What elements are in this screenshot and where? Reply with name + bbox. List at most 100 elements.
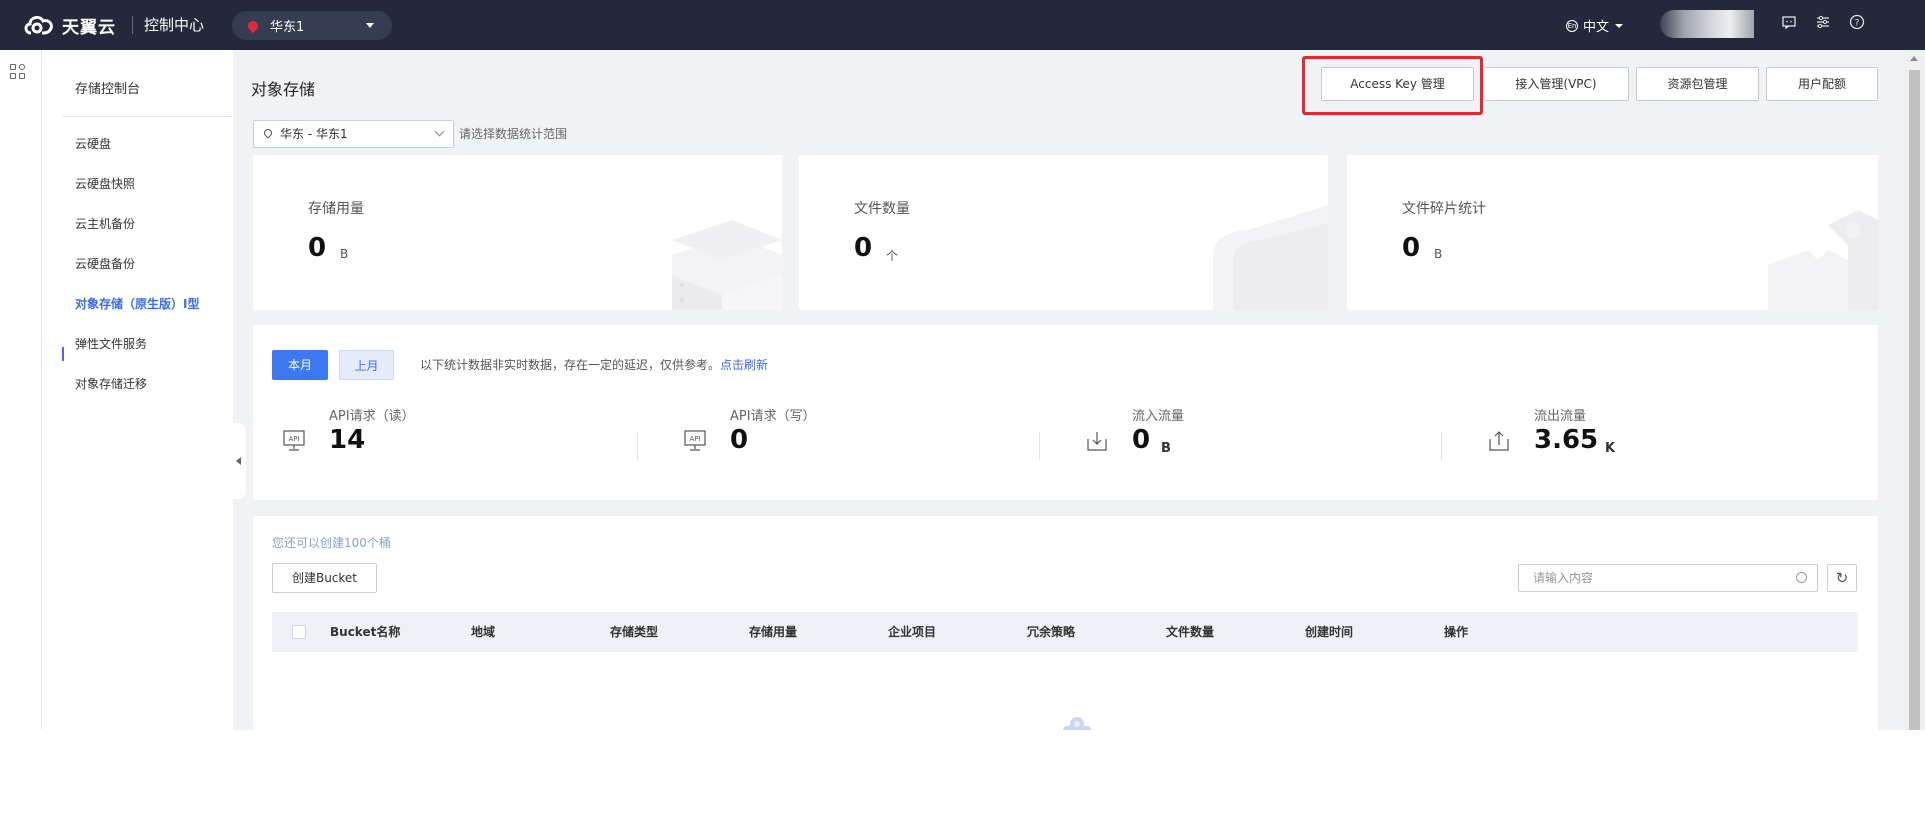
stat-unit: B	[1161, 441, 1171, 456]
bucket-quota-hint: 您还可以创建100个桶	[272, 536, 391, 550]
blank-area	[0, 730, 1904, 826]
console-link[interactable]: 控制中心	[144, 14, 204, 35]
region-label: 华东1	[270, 20, 305, 35]
usage-stats-panel: 本月 上月 以下统计数据非实时数据，存在一定的延迟，仅供参考。点击刷新 API …	[253, 325, 1878, 500]
stat-label: 流出流量	[1534, 409, 1587, 424]
user-quota-button[interactable]: 用户配额	[1766, 67, 1878, 101]
stat-inbound-traffic: 流入流量 0 B	[1056, 405, 1446, 465]
scrollbar-thumb[interactable]	[1909, 70, 1920, 730]
user-account[interactable]	[1660, 10, 1754, 38]
stat-value: 0	[1132, 425, 1151, 455]
product-strip	[0, 50, 42, 730]
create-bucket-button[interactable]: 创建Bucket	[272, 563, 377, 593]
storage-usage-card: 存储用量 0 B	[253, 155, 782, 310]
scope-select-value: 华东 - 华东1	[280, 127, 348, 141]
refresh-button[interactable]: ↻	[1827, 564, 1857, 592]
sidebar-item-cloud-disk[interactable]: 云硬盘	[75, 135, 111, 152]
column-file-count[interactable]: 文件数量	[1166, 612, 1214, 652]
stat-divider	[637, 432, 638, 460]
card-value: 0	[308, 233, 327, 263]
language-icon: En	[1566, 19, 1578, 32]
svg-text:API: API	[689, 435, 700, 443]
logo[interactable]: 天翼云	[22, 11, 116, 39]
column-actions: 操作	[1444, 625, 1469, 639]
svg-text:?: ?	[1855, 19, 1860, 29]
language-label: 中文	[1583, 20, 1610, 35]
empty-data-icon	[1063, 717, 1091, 730]
column-storage-usage[interactable]: 存储用量	[749, 612, 797, 652]
stats-note: 以下统计数据非实时数据，存在一定的延迟，仅供参考。点击刷新	[420, 356, 768, 373]
select-all-checkbox[interactable]	[292, 625, 306, 639]
sidebar-item-object-storage[interactable]: 对象存储（原生版）Ⅰ型	[75, 295, 199, 312]
page-scrollbar[interactable]	[1904, 50, 1925, 730]
stat-label: API请求（读）	[329, 409, 415, 424]
sidebar-item-disk-backup[interactable]: 云硬盘备份	[75, 255, 135, 272]
sidebar-item-file-service[interactable]: 弹性文件服务	[75, 335, 147, 352]
stat-label: API请求（写）	[730, 409, 816, 424]
bucket-panel: 您还可以创建100个桶 创建Bucket 请输入内容 ↻ Bucket名称 地域…	[253, 516, 1878, 730]
caret-down-icon	[366, 23, 374, 28]
sidebar: 存储控制台 云硬盘 云硬盘快照 云主机备份 云硬盘备份 对象存储（原生版）Ⅰ型 …	[42, 50, 260, 730]
sidebar-title: 存储控制台	[75, 82, 141, 97]
stat-value: 3.65	[1534, 425, 1599, 455]
tab-this-month[interactable]: 本月	[272, 350, 328, 380]
main-content: 对象存储 Access Key 管理 接入管理(VPC) 资源包管理 用户配额 …	[233, 50, 1904, 730]
tab-last-month[interactable]: 上月	[339, 350, 394, 380]
sidebar-item-host-backup[interactable]: 云主机备份	[75, 215, 135, 232]
card-label: 存储用量	[308, 201, 364, 217]
puzzle-illustration-icon	[1768, 210, 1878, 310]
card-value: 0	[854, 233, 873, 263]
table-header: Bucket名称 地域 存储类型 存储用量 企业项目 冗余策略 文件数量 创建时…	[272, 612, 1858, 652]
scope-select[interactable]: 华东 - 华东1	[253, 120, 454, 148]
scroll-up-icon[interactable]	[1910, 56, 1918, 61]
sidebar-item-storage-migration[interactable]: 对象存储迁移	[75, 375, 147, 392]
api-icon: API	[684, 430, 706, 451]
card-label: 文件数量	[854, 201, 910, 217]
stat-api-write: API API请求（写） 0	[654, 405, 1044, 465]
refresh-link[interactable]: 点击刷新	[720, 358, 768, 372]
logo-text: 天翼云	[62, 17, 116, 38]
logo-divider	[132, 16, 133, 34]
message-icon[interactable]	[1780, 14, 1798, 32]
language-switch[interactable]: En 中文	[1566, 16, 1624, 35]
top-bar: 天翼云 控制中心 华东1 En 中文 ?	[0, 0, 1925, 50]
stat-divider	[1441, 432, 1442, 460]
column-enterprise-project[interactable]: 企业项目	[888, 612, 936, 652]
sidebar-divider	[62, 116, 260, 117]
stat-outbound-traffic: 流出流量 3.65 K	[1458, 405, 1848, 465]
location-pin-icon	[245, 18, 261, 33]
card-unit: 个	[886, 249, 899, 263]
region-selector[interactable]: 华东1	[232, 11, 392, 40]
highlight-box	[1302, 56, 1483, 115]
stat-value: 0	[730, 425, 749, 455]
card-unit: B	[1434, 247, 1443, 261]
settings-sliders-icon[interactable]	[1814, 14, 1832, 32]
card-label: 文件碎片统计	[1402, 201, 1486, 217]
active-indicator	[62, 347, 64, 361]
column-bucket-name[interactable]: Bucket名称	[330, 612, 400, 652]
svg-text:API: API	[288, 435, 299, 443]
sidebar-collapse-toggle[interactable]	[232, 423, 246, 499]
column-created-time[interactable]: 创建时间	[1305, 612, 1353, 652]
column-storage-type[interactable]: 存储类型	[610, 612, 658, 652]
column-redundancy[interactable]: 冗余策略	[1027, 612, 1075, 652]
file-count-card: 文件数量 0 个	[799, 155, 1328, 310]
package-management-button[interactable]: 资源包管理	[1636, 67, 1759, 101]
server-stack-illustration-icon	[672, 220, 782, 310]
column-region[interactable]: 地域	[471, 612, 495, 652]
card-value: 0	[1402, 233, 1421, 263]
download-icon	[1087, 432, 1107, 451]
search-placeholder: 请输入内容	[1533, 571, 1594, 585]
search-icon	[1796, 572, 1807, 583]
help-icon[interactable]: ?	[1848, 14, 1866, 32]
apps-grid-icon[interactable]	[10, 64, 26, 80]
api-icon: API	[283, 430, 305, 451]
sidebar-item-disk-snapshot[interactable]: 云硬盘快照	[75, 175, 135, 192]
scope-hint: 请选择数据统计范围	[459, 127, 568, 141]
card-unit: B	[340, 247, 349, 261]
search-input[interactable]: 请输入内容	[1518, 564, 1818, 592]
stat-label: 流入流量	[1132, 409, 1185, 424]
vpc-access-button[interactable]: 接入管理(VPC)	[1483, 67, 1629, 101]
stat-value: 14	[329, 425, 366, 455]
cloud-logo-icon	[24, 15, 53, 35]
